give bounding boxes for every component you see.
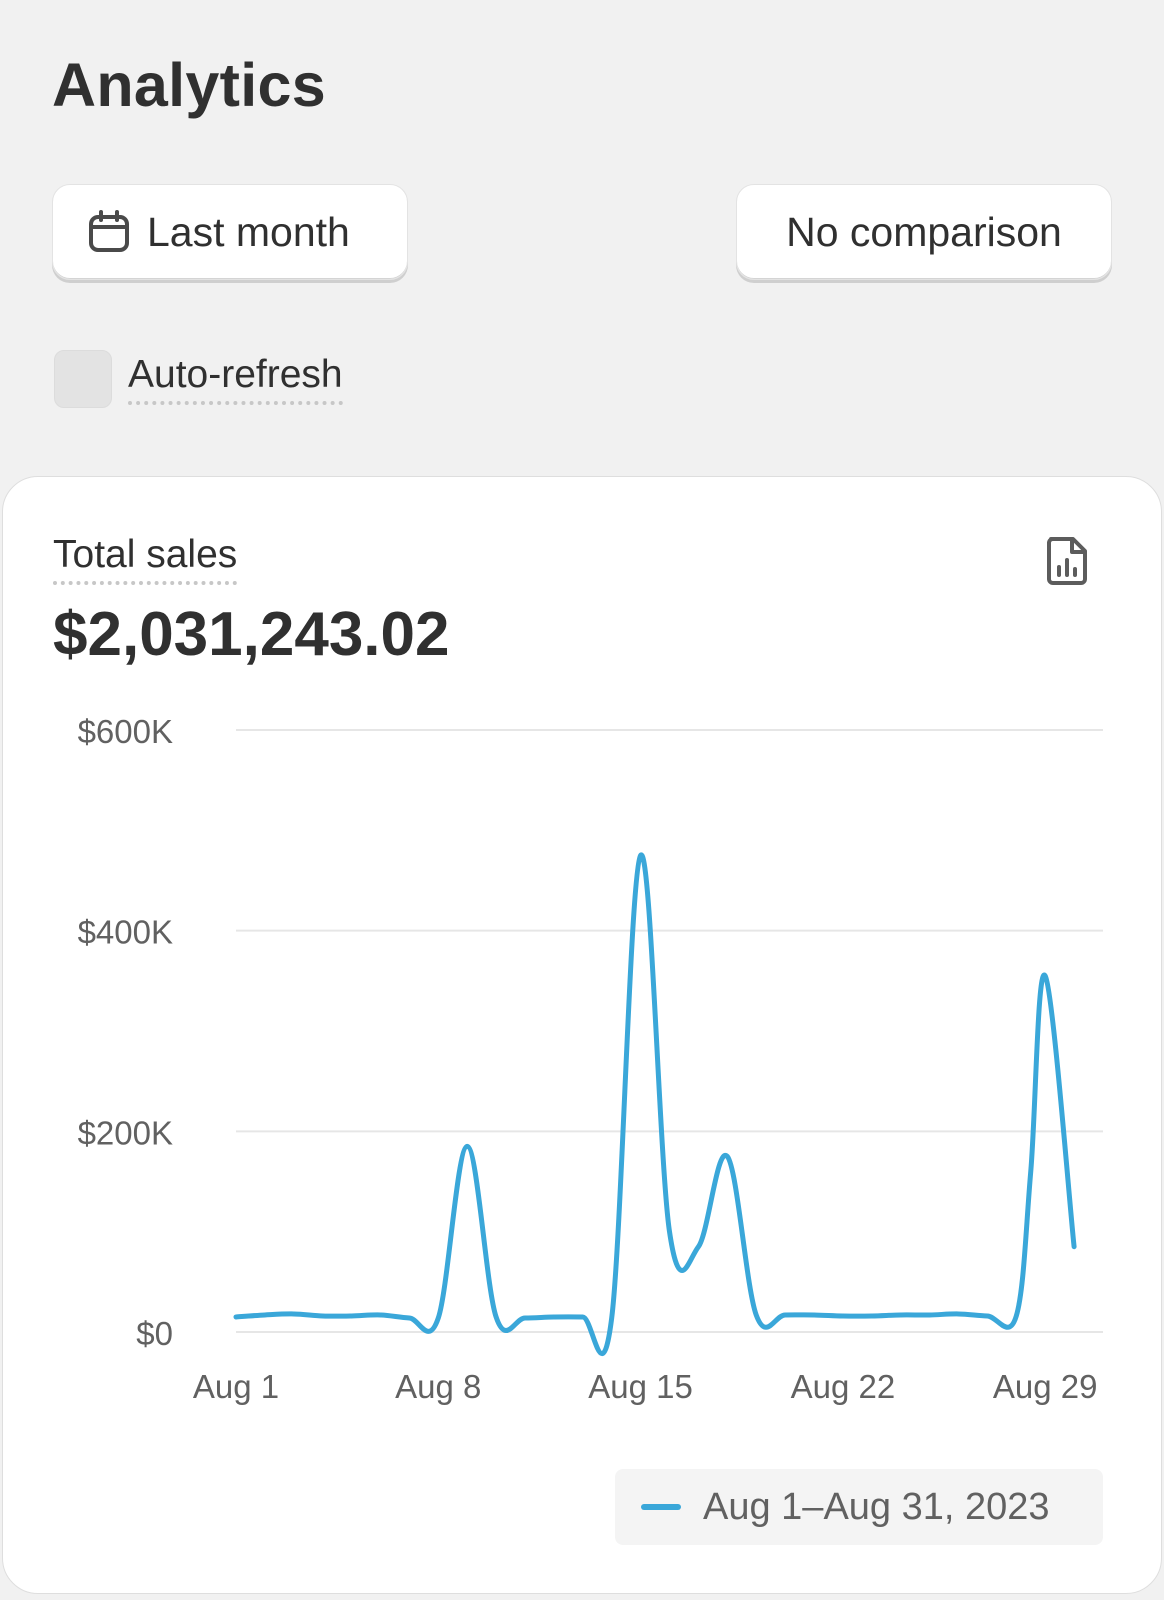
y-tick-label: $200K [78, 1114, 173, 1151]
y-tick-label: $400K [78, 914, 173, 951]
sales-line-chart: $0 $200K $400K $600K Aug 1 Aug 8 Aug 15 Aug 22 A… [78, 713, 1103, 1405]
y-tick-label: $0 [136, 1315, 173, 1352]
date-range-label: Last month [147, 208, 350, 255]
x-tick-label: Aug 8 [395, 1368, 481, 1405]
auto-refresh-label: Auto-refresh [128, 353, 343, 405]
comparison-button[interactable]: No comparison [736, 184, 1112, 280]
x-tick-label: Aug 22 [791, 1368, 896, 1405]
chart-legend: Aug 1–Aug 31, 2023 [615, 1469, 1103, 1545]
date-range-button[interactable]: Last month [52, 184, 408, 280]
y-tick-label: $600K [78, 713, 173, 750]
page-title: Analytics [52, 51, 326, 119]
comparison-label: No comparison [786, 208, 1062, 255]
auto-refresh-control[interactable]: Auto-refresh [54, 350, 343, 408]
x-tick-label: Aug 15 [588, 1368, 693, 1405]
legend-label: Aug 1–Aug 31, 2023 [703, 1485, 1050, 1528]
calendar-icon [89, 210, 129, 252]
total-sales-card: Total sales $2,031,243.02 $0 $200K $400K $6… [2, 476, 1162, 1594]
auto-refresh-checkbox[interactable] [54, 350, 112, 408]
x-tick-label: Aug 1 [193, 1368, 279, 1405]
x-tick-label: Aug 29 [993, 1368, 1098, 1405]
legend-swatch [641, 1504, 681, 1510]
